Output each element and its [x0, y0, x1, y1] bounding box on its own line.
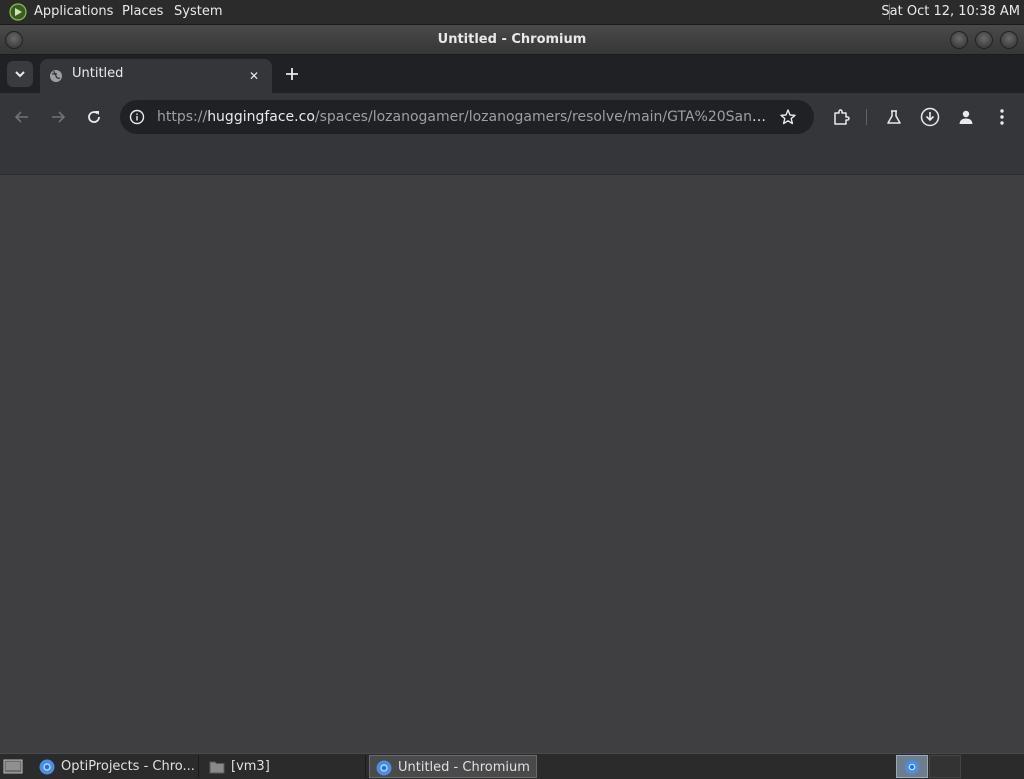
forward-button[interactable]	[46, 105, 70, 129]
show-desktop-icon[interactable]	[3, 758, 23, 775]
places-menu[interactable]: Places	[122, 0, 163, 24]
chromium-icon	[376, 760, 392, 776]
bookmarks-bar	[0, 141, 1024, 175]
url-text[interactable]: https://huggingface.co/spaces/lozanogame…	[157, 100, 773, 134]
new-tab-button[interactable]	[281, 63, 303, 85]
taskbar: OptiProjects - Chro... [vm3] Untitled - …	[0, 753, 1024, 779]
back-button[interactable]	[10, 105, 34, 129]
flask-icon	[887, 110, 901, 124]
chevron-down-icon	[15, 71, 25, 78]
page-content[interactable]	[0, 175, 1024, 753]
close-window-button[interactable]	[1000, 31, 1018, 49]
puzzle-icon	[834, 109, 850, 125]
chromium-icon	[39, 759, 55, 775]
window-titlebar[interactable]: Untitled - Chromium	[0, 25, 1024, 55]
tab-strip: Untitled ✕	[0, 55, 1024, 93]
taskbar-item-optiprojects[interactable]: OptiProjects - Chro...	[33, 755, 199, 778]
applications-menu[interactable]: Applications	[34, 0, 113, 24]
url-host: huggingface.co	[207, 109, 315, 125]
workspace-switcher-1[interactable]	[896, 755, 928, 778]
address-bar[interactable]: https://huggingface.co/spaces/lozanogame…	[120, 100, 814, 134]
globe-icon	[50, 70, 62, 82]
top-panel: Applications Places System Sat Oct 12, 1…	[0, 0, 1024, 25]
url-path: /spaces/lozanogamer/lozanogamers/resolve…	[314, 109, 773, 125]
toolbar-divider	[866, 109, 867, 125]
reload-icon	[88, 111, 100, 123]
maximize-button[interactable]	[975, 31, 993, 49]
labs-button[interactable]	[882, 105, 906, 129]
taskbar-item-vm3[interactable]: [vm3]	[203, 755, 366, 778]
minimize-button[interactable]	[950, 31, 968, 49]
taskbar-item-untitled-chromium[interactable]: Untitled - Chromium	[369, 755, 537, 778]
info-icon[interactable]	[128, 108, 146, 126]
tab-close-icon[interactable]: ✕	[245, 67, 263, 85]
profile-button[interactable]	[954, 105, 978, 129]
download-icon	[920, 107, 940, 127]
more-vert-icon	[1000, 109, 1004, 125]
clock[interactable]: Sat Oct 12, 10:38 AM	[881, 0, 1020, 24]
folder-icon	[209, 761, 225, 774]
applications-menu-icon[interactable]	[9, 3, 27, 21]
url-scheme: https://	[157, 109, 208, 125]
arrow-right-icon	[52, 111, 66, 123]
arrow-left-icon	[14, 111, 28, 123]
chromium-icon	[905, 759, 919, 774]
plus-icon	[286, 68, 298, 80]
bookmark-star-icon[interactable]	[779, 108, 797, 126]
browser-menu-button[interactable]	[990, 105, 1014, 129]
window-title: Untitled - Chromium	[437, 32, 587, 47]
system-menu[interactable]: System	[174, 0, 222, 24]
taskbar-item-label: OptiProjects - Chro...	[61, 759, 195, 774]
downloads-button[interactable]	[918, 105, 942, 129]
extensions-button[interactable]	[829, 105, 853, 129]
taskbar-item-label: Untitled - Chromium	[398, 760, 530, 775]
tab-untitled[interactable]: Untitled ✕	[40, 59, 272, 93]
workspace-switcher-2[interactable]	[929, 755, 961, 778]
reload-button[interactable]	[82, 105, 106, 129]
tab-search-button[interactable]	[7, 61, 33, 87]
taskbar-item-label: [vm3]	[231, 759, 270, 774]
tab-title: Untitled	[72, 66, 124, 81]
browser-toolbar: https://huggingface.co/spaces/lozanogame…	[0, 93, 1024, 141]
person-icon	[959, 110, 973, 124]
